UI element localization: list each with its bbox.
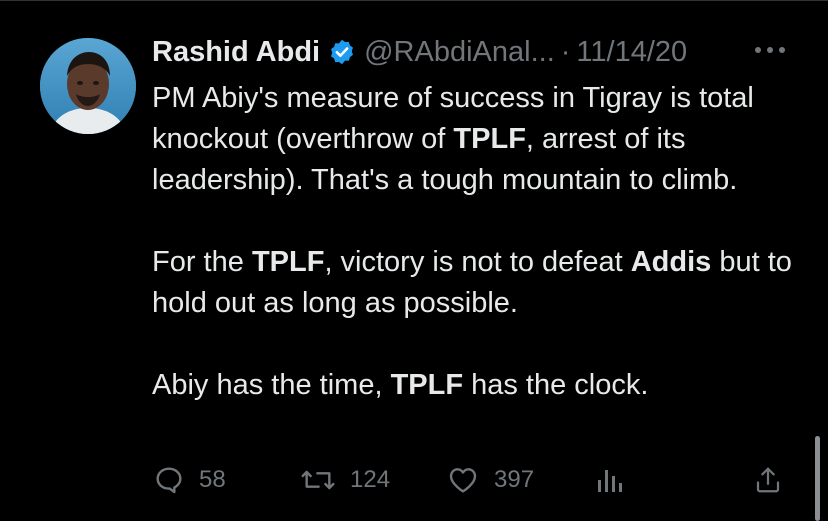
tweet-text-segment: Abiy has the time, — [152, 369, 391, 401]
tweet-text: PM Abiy's measure of success in Tigray i… — [152, 78, 802, 406]
share-button[interactable] — [753, 458, 783, 502]
avatar-image — [40, 38, 136, 134]
analytics-button[interactable] — [596, 458, 624, 502]
tweet-paragraph: PM Abiy's measure of success in Tigray i… — [152, 78, 802, 201]
header-separator: · — [560, 35, 571, 68]
tweet-text-bold-segment: TPLF — [390, 369, 464, 401]
retweet-icon — [301, 470, 335, 490]
author-handle[interactable]: @RAbdiAnal... — [364, 36, 555, 69]
tweet-text-bold-segment: TPLF — [453, 123, 526, 155]
author-display-name[interactable]: Rashid Abdi — [152, 36, 320, 69]
heart-icon — [449, 468, 477, 493]
share-icon — [756, 467, 780, 493]
author-avatar[interactable] — [40, 38, 136, 134]
like-button[interactable]: 397 — [446, 458, 534, 502]
tweet-text-segment: has the clock. — [463, 369, 649, 401]
reply-button[interactable]: 58 — [153, 458, 226, 502]
like-count: 397 — [494, 466, 535, 493]
retweet-count: 124 — [350, 466, 391, 493]
tweet-actions: 58 124 397 — [0, 458, 828, 502]
tweet-paragraph: Abiy has the time, TPLF has the clock. — [152, 365, 802, 406]
tweet-text-segment: , victory is not to defeat — [324, 246, 631, 278]
analytics-icon — [598, 470, 622, 492]
tweet-text-bold-segment: TPLF — [251, 246, 325, 278]
tweet-paragraph: For the TPLF, victory is not to defeat A… — [152, 242, 802, 324]
tweet-text-bold-segment: Addis — [630, 246, 712, 278]
more-options-icon[interactable] — [752, 40, 788, 60]
tweet-header: Rashid Abdi @RAbdiAnal... · 11/14/20 — [152, 30, 687, 74]
top-divider — [0, 0, 828, 1]
scrollbar-thumb[interactable] — [815, 436, 820, 521]
reply-icon — [156, 467, 182, 494]
tweet-text-segment: For the — [152, 246, 252, 278]
retweet-button[interactable]: 124 — [300, 458, 390, 502]
reply-count: 58 — [199, 466, 226, 493]
verified-badge-icon — [328, 38, 356, 66]
tweet-timestamp[interactable]: 11/14/20 — [576, 36, 687, 69]
